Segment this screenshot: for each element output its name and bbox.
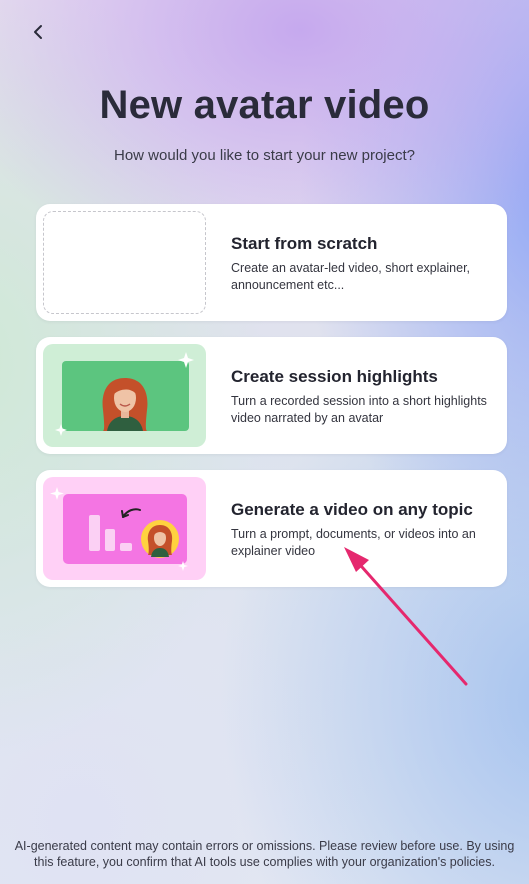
option-text: Create session highlights Turn a recorde… [231, 367, 493, 427]
option-title: Generate a video on any topic [231, 500, 473, 519]
option-description: Turn a recorded session into a short hig… [231, 394, 487, 425]
chevron-left-icon [34, 25, 42, 39]
back-button[interactable] [24, 18, 52, 46]
option-description: Create an avatar-led video, short explai… [231, 261, 471, 292]
option-create-session-highlights[interactable]: Create session highlights Turn a recorde… [36, 337, 507, 454]
page-title: New avatar video [99, 83, 430, 127]
session-highlights-thumbnail [43, 344, 206, 447]
avatar-circle-icon [141, 520, 179, 558]
option-text: Start from scratch Create an avatar-led … [231, 234, 493, 294]
page-subtitle: How would you like to start your new pro… [114, 147, 415, 164]
option-text: Generate a video on any topic Turn a pro… [231, 500, 493, 560]
generate-video-thumbnail [43, 477, 206, 580]
blank-thumbnail [43, 211, 206, 314]
avatar-woman-icon [102, 378, 148, 431]
option-description: Turn a prompt, documents, or videos into… [231, 527, 476, 558]
option-generate-video-any-topic[interactable]: Generate a video on any topic Turn a pro… [36, 470, 507, 587]
option-title: Start from scratch [231, 234, 378, 253]
option-title: Create session highlights [231, 367, 438, 386]
ai-disclaimer: AI-generated content may contain errors … [14, 839, 515, 869]
option-start-from-scratch[interactable]: Start from scratch Create an avatar-led … [36, 204, 507, 321]
